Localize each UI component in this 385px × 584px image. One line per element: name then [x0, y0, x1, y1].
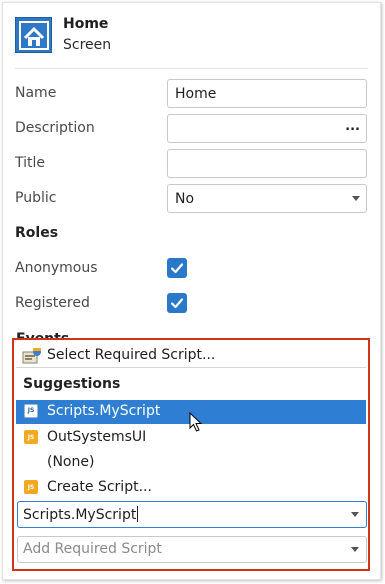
- js-module-icon: JS: [24, 480, 38, 494]
- title-input[interactable]: [167, 149, 367, 178]
- select-required-script-item[interactable]: Select Required Script...: [16, 344, 366, 368]
- text-cursor: [137, 506, 139, 522]
- name-label: Name: [15, 85, 57, 101]
- chevron-down-icon[interactable]: [351, 512, 359, 517]
- public-select-value: No: [175, 191, 195, 207]
- suggestion-item-none[interactable]: (None): [16, 451, 366, 475]
- suggestion-label: Scripts.MyScript: [47, 403, 161, 419]
- add-required-script-placeholder: Add Required Script: [23, 541, 162, 557]
- js-file-icon: JS: [24, 404, 38, 418]
- description-input[interactable]: ...: [167, 114, 367, 143]
- role-anonymous-label: Anonymous: [15, 260, 98, 276]
- screen-type: Screen: [63, 37, 112, 53]
- roles-section-title: Roles: [15, 225, 59, 241]
- suggestion-label: (None): [47, 454, 95, 470]
- name-input[interactable]: Home: [167, 79, 367, 108]
- select-required-script-label: Select Required Script...: [47, 347, 216, 363]
- home-icon: [15, 17, 52, 53]
- dropdown-divider: [16, 367, 366, 368]
- properties-panel: Home Screen Name Home Description ... Ti…: [2, 2, 381, 580]
- role-registered-label: Registered: [15, 295, 90, 311]
- role-anonymous-checkbox[interactable]: [167, 258, 187, 278]
- js-module-icon: JS: [24, 430, 38, 444]
- required-script-dropdown: Select Required Script... Suggestions JS…: [12, 338, 370, 571]
- required-script-value: Scripts.MyScript: [23, 506, 139, 523]
- mouse-pointer-icon: [189, 412, 203, 432]
- role-registered-checkbox[interactable]: [167, 293, 187, 313]
- chevron-down-icon: [352, 196, 360, 201]
- title-label: Title: [15, 155, 46, 171]
- public-label: Public: [15, 190, 57, 206]
- select-script-icon: [22, 348, 41, 364]
- checkmark-icon: [170, 263, 184, 274]
- description-label: Description: [15, 120, 95, 136]
- screen-title: Home: [63, 16, 109, 32]
- add-required-script-select[interactable]: Add Required Script: [17, 536, 367, 563]
- header-divider: [15, 68, 368, 69]
- public-select[interactable]: No: [167, 184, 367, 213]
- suggestion-label: OutSystemsUI: [47, 429, 147, 445]
- description-editor-button[interactable]: ...: [345, 119, 360, 134]
- create-script-item[interactable]: JS Create Script...: [16, 476, 366, 500]
- checkmark-icon: [170, 298, 184, 309]
- create-script-label: Create Script...: [47, 479, 152, 495]
- chevron-down-icon: [351, 547, 359, 552]
- required-script-combo[interactable]: Scripts.MyScript: [17, 501, 367, 528]
- suggestions-heading: Suggestions: [23, 376, 121, 392]
